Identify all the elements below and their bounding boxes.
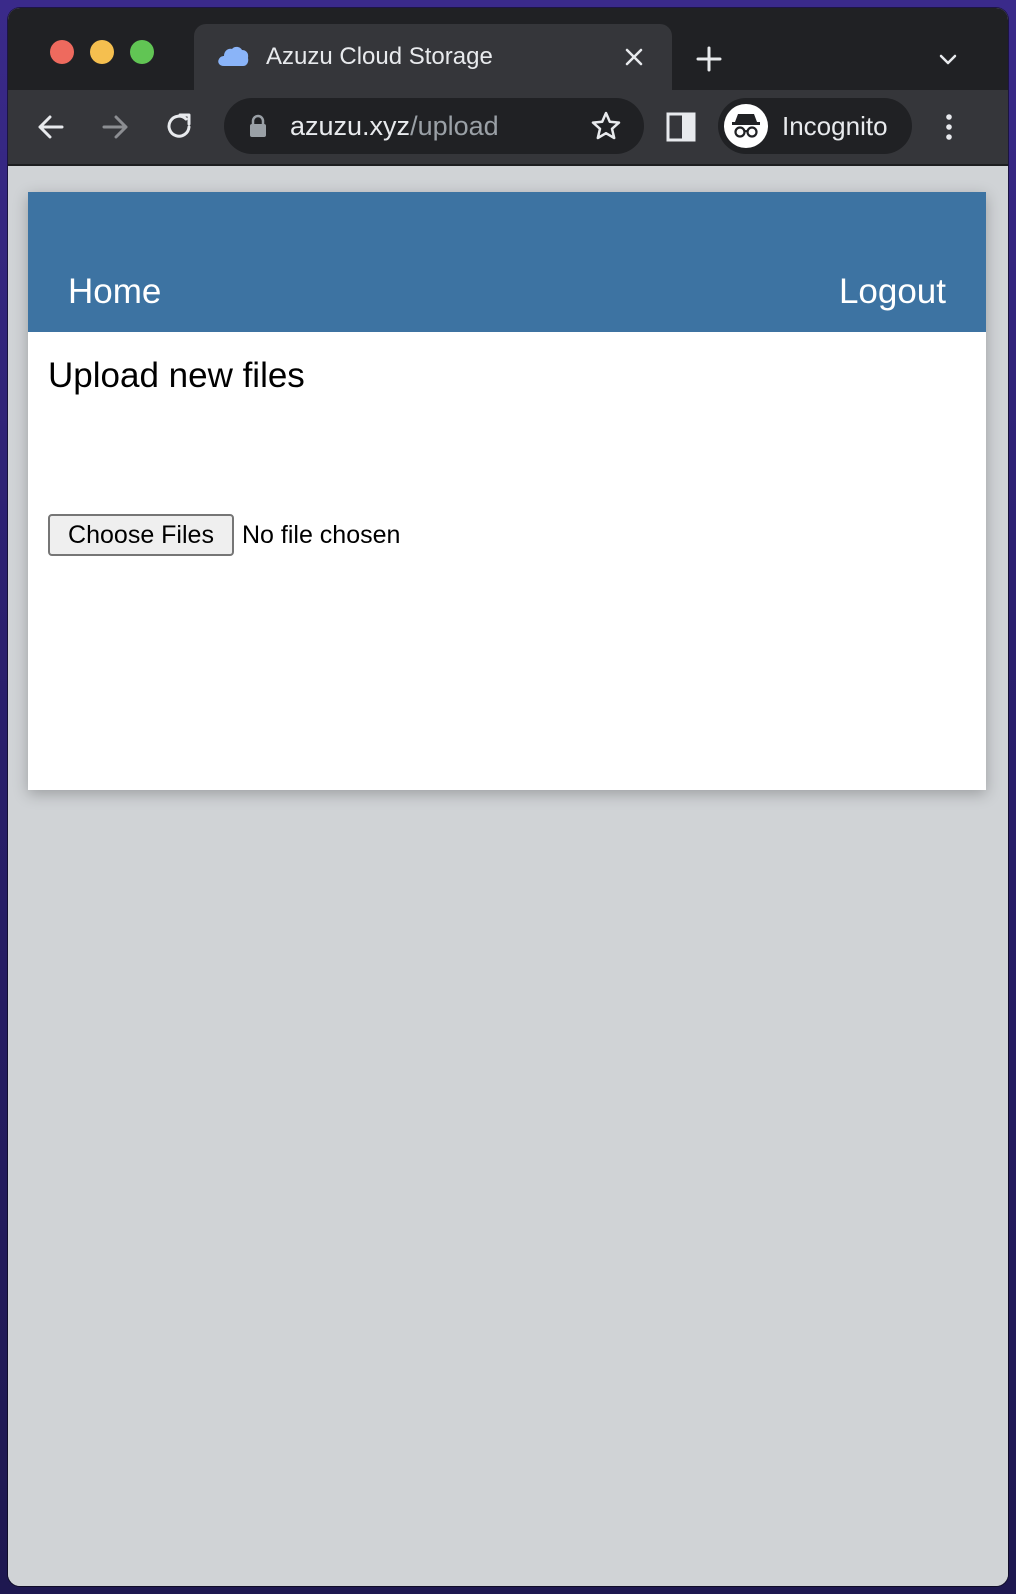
- url-domain: azuzu.xyz: [290, 111, 411, 141]
- nav-home-link[interactable]: Home: [68, 272, 161, 312]
- upload-card: Home Logout Upload new files Choose File…: [28, 192, 986, 790]
- browser-toolbar: azuzu.xyz/upload Incognito: [8, 90, 1008, 166]
- cloud-icon: [218, 46, 249, 66]
- address-bar[interactable]: azuzu.xyz/upload: [224, 98, 644, 154]
- page-title: Upload new files: [48, 356, 305, 395]
- site-navbar: Home Logout: [28, 192, 986, 332]
- incognito-icon: [732, 114, 760, 138]
- file-status-text: No file chosen: [242, 521, 401, 549]
- maximize-window-button[interactable]: [130, 40, 154, 64]
- page-viewport: Home Logout Upload new files Choose File…: [8, 166, 1008, 1586]
- side-panel-icon[interactable]: [664, 110, 698, 144]
- profile-label: Incognito: [782, 111, 888, 141]
- close-window-button[interactable]: [50, 40, 74, 64]
- more-menu-icon[interactable]: [932, 110, 966, 144]
- new-tab-icon[interactable]: [694, 44, 724, 74]
- browser-window: Azuzu Cloud Storage azuzu.xyz/upload Inc…: [8, 8, 1008, 1586]
- forward-arrow-icon[interactable]: [98, 110, 132, 144]
- tab-strip: Azuzu Cloud Storage: [8, 8, 1008, 90]
- reload-icon[interactable]: [162, 110, 196, 144]
- incognito-avatar: [724, 104, 768, 148]
- incognito-profile-button[interactable]: Incognito: [718, 98, 912, 154]
- url-text: azuzu.xyz/upload: [290, 110, 499, 142]
- bookmark-star-icon[interactable]: [590, 110, 622, 142]
- close-tab-icon[interactable]: [622, 45, 646, 69]
- nav-logout-link[interactable]: Logout: [839, 272, 946, 312]
- lock-icon[interactable]: [248, 114, 268, 138]
- chevron-down-icon[interactable]: [936, 48, 960, 72]
- tab-title: Azuzu Cloud Storage: [266, 43, 493, 70]
- back-arrow-icon[interactable]: [34, 110, 68, 144]
- browser-tab[interactable]: Azuzu Cloud Storage: [194, 24, 672, 90]
- choose-files-button[interactable]: Choose Files: [48, 514, 234, 556]
- url-path: /upload: [410, 111, 499, 141]
- minimize-window-button[interactable]: [90, 40, 114, 64]
